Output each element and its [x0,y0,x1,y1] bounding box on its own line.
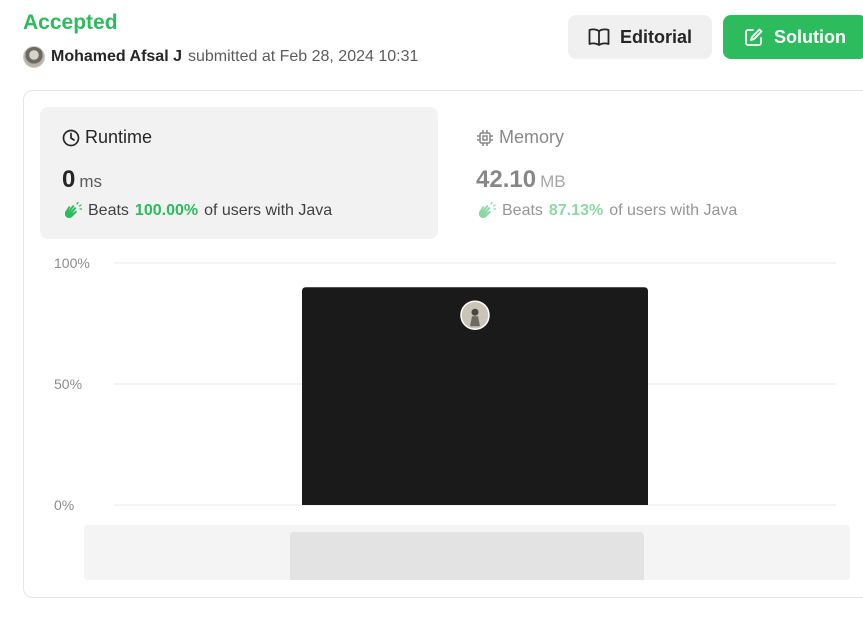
book-icon [588,28,610,46]
edit-icon [745,28,763,46]
submitted-timestamp: submitted at Feb 28, 2024 10:31 [188,48,419,65]
avatar[interactable] [23,46,45,68]
y-tick-label: 100% [54,255,90,271]
solution-label: Solution [774,26,846,47]
y-tick-label: 50% [54,376,82,392]
solution-button[interactable]: Solution [723,15,863,59]
user-name-link[interactable]: Mohamed Afsal J [51,48,182,66]
user-position-avatar [460,300,490,330]
status-label: Accepted [23,11,118,34]
y-tick-label: 0% [54,497,74,513]
runtime-distribution-chart[interactable]: 100% 50% 0% [24,91,862,521]
result-card: Runtime 0 ms Beats 100.00% of users with … [23,90,863,598]
submission-result-page: Accepted Mohamed Afsal J submitted at Fe… [0,0,863,620]
chart-range-handle[interactable] [290,532,644,580]
submission-info: Mohamed Afsal J submitted at Feb 28, 202… [23,46,418,68]
chart-range-track[interactable] [84,525,850,580]
editorial-button[interactable]: Editorial [568,15,712,59]
editorial-label: Editorial [619,26,692,47]
